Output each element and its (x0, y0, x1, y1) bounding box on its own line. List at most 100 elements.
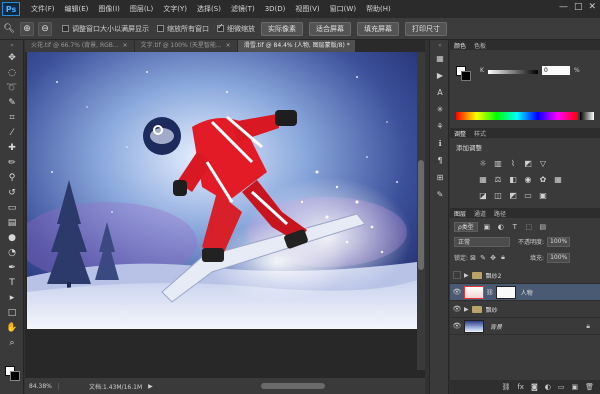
eraser-tool-icon[interactable]: ▭ (0, 200, 24, 215)
document-canvas-image[interactable] (27, 52, 417, 329)
color-balance-icon[interactable]: ⚖ (493, 174, 503, 184)
channel-mixer-icon[interactable]: ✿ (538, 174, 548, 184)
link-layers-icon[interactable]: ⛓ (501, 383, 510, 391)
gradient-tool-icon[interactable]: ▤ (0, 215, 24, 230)
new-group-icon[interactable]: ▭ (558, 383, 565, 391)
restore-button[interactable]: □ (574, 2, 583, 12)
tab-color[interactable]: 颜色 (454, 41, 466, 50)
crop-tool-icon[interactable]: ⌗ (0, 110, 24, 125)
delete-layer-icon[interactable]: 🗑︎ (585, 383, 594, 391)
layer-row-background[interactable]: 👁︎ 背景 🔒︎ (450, 318, 600, 335)
tool-preset-icon[interactable]: ✎ (430, 186, 450, 203)
menu-help[interactable]: 帮助(H) (361, 4, 396, 14)
tab-sparks-doc[interactable]: 火花.tif @ 66.7% (背景, RGB... × (25, 40, 135, 52)
zoom-all-checkbox[interactable]: 缩放所有窗口 (157, 24, 209, 34)
menu-edit[interactable]: 编辑(E) (60, 4, 94, 14)
close-icon[interactable]: × (354, 40, 355, 52)
tab-swatches[interactable]: 色板 (474, 41, 486, 50)
threshold-icon[interactable]: ◩ (508, 190, 518, 200)
zoom-in-icon[interactable]: ⊕ (20, 21, 34, 36)
history-brush-icon[interactable]: ↺ (0, 185, 24, 200)
zoom-tool-icon[interactable]: 🔍︎ (2, 22, 16, 36)
color-spectrum-bar[interactable] (456, 112, 578, 120)
close-button[interactable]: ✕ (588, 2, 596, 12)
layer-filter-select[interactable]: ρ类型 (454, 221, 478, 232)
type-tool-icon[interactable]: T (0, 275, 24, 290)
hand-tool-icon[interactable]: ✋ (0, 320, 24, 335)
actions-panel-icon[interactable]: ▶ (430, 67, 450, 84)
healing-brush-icon[interactable]: ✚ (0, 140, 24, 155)
tab-channels[interactable]: 通道 (474, 209, 486, 218)
lock-position-icon[interactable]: ✥ (488, 254, 498, 262)
rectangle-tool-icon[interactable]: □ (0, 305, 24, 320)
move-tool-icon[interactable]: ✥ (0, 50, 24, 65)
layer-row-person[interactable]: 👁︎ ⛓ 人物 (450, 284, 600, 301)
posterize-icon[interactable]: ◫ (493, 190, 503, 200)
canvas-area[interactable] (25, 52, 425, 378)
marquee-tool-icon[interactable]: ◌ (0, 65, 24, 80)
tab-adjustments[interactable]: 调整 (454, 129, 466, 138)
pen-tool-icon[interactable]: ✒ (0, 260, 24, 275)
tab-paths[interactable]: 路径 (494, 209, 506, 218)
navigator-panel-icon[interactable]: ⊞ (430, 169, 450, 186)
brightness-icon[interactable]: ☼ (478, 158, 488, 168)
tab-ski-doc[interactable]: 滑雪.tif @ 84.4% (人物, 图层蒙版/8) * × (237, 40, 356, 52)
eye-icon[interactable]: 👁︎ (450, 288, 464, 296)
zoom-level[interactable]: 84.38% (25, 382, 59, 390)
tab-text-doc[interactable]: 文字.tif @ 100% (天星智能... × (134, 40, 238, 52)
zoom-tool-icon[interactable]: ⌕ (0, 335, 24, 350)
print-size-button[interactable]: 打印尺寸 (405, 21, 447, 36)
menu-filter[interactable]: 滤镜(T) (226, 4, 260, 14)
k-channel-value[interactable]: 0 (542, 66, 570, 75)
layer-row-group-2[interactable]: ▶ 飘纱2 (450, 267, 600, 284)
expand-arrow-icon[interactable]: ▶ (464, 306, 469, 313)
menu-view[interactable]: 视图(V) (290, 4, 324, 14)
layer-style-icon[interactable]: fx (517, 383, 524, 391)
close-icon[interactable]: × (226, 40, 231, 52)
clone-stamp-icon[interactable]: ⚲ (0, 170, 24, 185)
filter-shape-icon[interactable]: ⬚ (524, 223, 534, 231)
paragraph-panel-icon[interactable]: ¶ (430, 152, 450, 169)
mask-link-icon[interactable]: ⛓ (486, 289, 494, 296)
fill-input[interactable]: 100% (547, 252, 571, 263)
vibrance-icon[interactable]: ▽ (538, 158, 548, 168)
layer-mask-thumbnail[interactable] (495, 285, 516, 299)
filter-adjustment-icon[interactable]: ◐ (496, 223, 506, 231)
fit-screen-button[interactable]: 适合屏幕 (309, 21, 351, 36)
toolbar-grip-icon[interactable]: » (0, 40, 24, 50)
vertical-scroll-thumb[interactable] (418, 160, 424, 270)
filter-pixel-icon[interactable]: ▣ (482, 223, 492, 231)
exposure-icon[interactable]: ◩ (523, 158, 533, 168)
blur-tool-icon[interactable]: ● (0, 230, 24, 245)
menu-image[interactable]: 图像(I) (93, 4, 125, 14)
fill-screen-button[interactable]: 填充屏幕 (357, 21, 399, 36)
status-menu-arrow-icon[interactable]: ▶ (148, 383, 153, 390)
photo-filter-icon[interactable]: ◉ (523, 174, 533, 184)
tab-styles[interactable]: 样式 (474, 129, 486, 138)
new-layer-icon[interactable]: ▣ (571, 383, 578, 391)
eyedropper-tool-icon[interactable]: ⁄ (0, 125, 24, 140)
vertical-scrollbar[interactable] (417, 52, 425, 370)
color-lookup-icon[interactable]: ▦ (553, 174, 563, 184)
dodge-tool-icon[interactable]: ◔ (0, 245, 24, 260)
quick-select-tool-icon[interactable]: ✎ (0, 95, 24, 110)
background-color-swatch[interactable] (10, 371, 20, 381)
lock-all-icon[interactable]: 🔒︎ (498, 253, 508, 262)
eye-icon[interactable]: 👁︎ (450, 305, 464, 313)
menu-select[interactable]: 选择(S) (192, 4, 226, 14)
visibility-toggle[interactable] (453, 271, 461, 279)
horizontal-scroll-thumb[interactable] (261, 383, 325, 389)
character-panel-icon[interactable]: A (430, 84, 450, 101)
new-adjustment-icon[interactable]: ◐ (545, 383, 551, 391)
resize-windows-checkbox[interactable]: 调整窗口大小以满屏显示 (62, 24, 149, 34)
menu-3d[interactable]: 3D(D) (260, 5, 291, 13)
menu-type[interactable]: 文字(Y) (158, 4, 192, 14)
clone-source-icon[interactable]: ⚘ (430, 118, 450, 135)
gradient-map-icon[interactable]: ▭ (523, 190, 533, 200)
blend-mode-select[interactable]: 正常 (454, 236, 510, 247)
tab-layers[interactable]: 图层 (454, 209, 466, 218)
history-panel-icon[interactable]: ▦ (430, 50, 450, 67)
color-panel-background-swatch[interactable] (461, 71, 471, 81)
invert-icon[interactable]: ◪ (478, 190, 488, 200)
filter-smart-object-icon[interactable]: ▤ (538, 223, 548, 231)
